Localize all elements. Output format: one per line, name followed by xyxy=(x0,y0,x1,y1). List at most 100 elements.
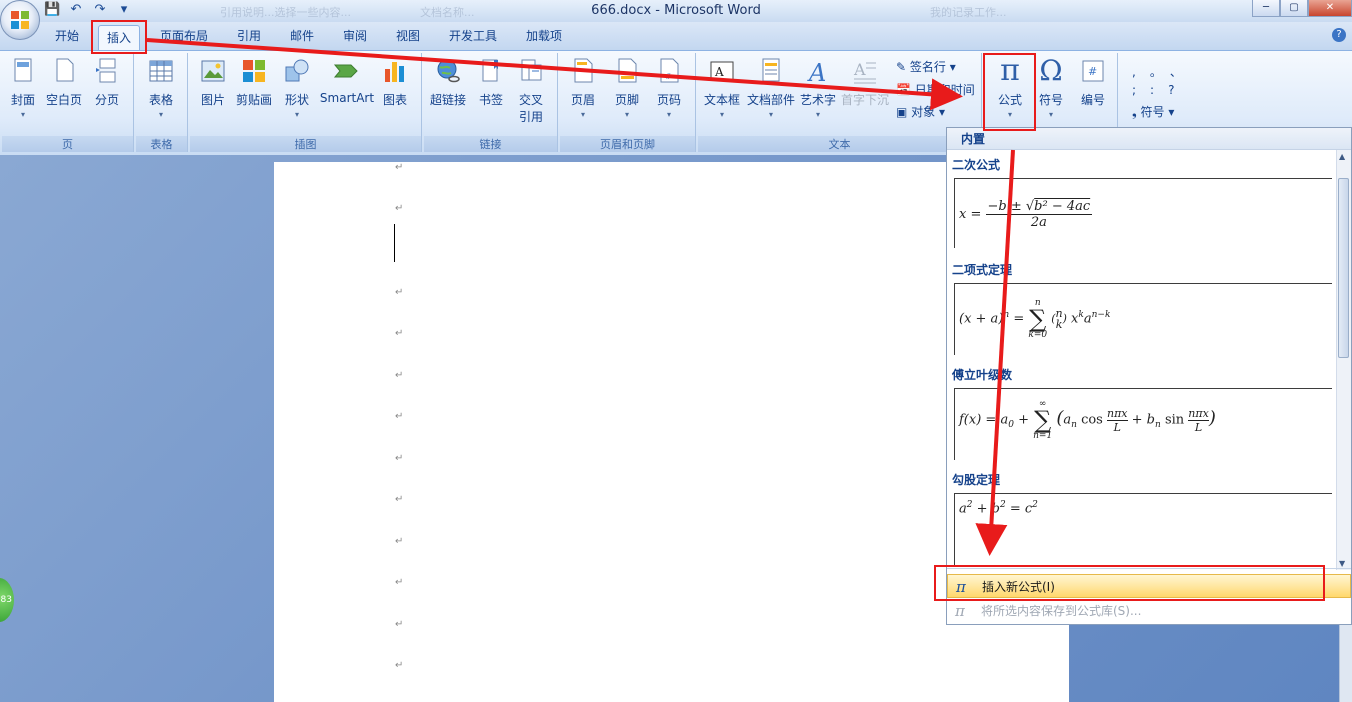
blank-page-button[interactable]: 空白页 xyxy=(44,57,84,108)
quadratic-formula: x = −b ± √b² − 4ac 2a xyxy=(959,199,1093,230)
header-button[interactable]: 页眉 ▾ xyxy=(566,57,600,119)
object-button[interactable]: ▣ 对象 ▾ xyxy=(896,103,945,120)
shapes-button[interactable]: 形状 ▾ xyxy=(280,57,314,119)
svg-text:A: A xyxy=(807,59,826,85)
quick-access-toolbar: 💾 ↶ ↷ ▾ xyxy=(44,2,132,18)
document-scrollbar[interactable] xyxy=(1339,625,1352,702)
group-label-header-footer: 页眉和页脚 xyxy=(560,136,695,152)
group-label-illustrations: 插图 xyxy=(190,136,421,152)
wordart-button[interactable]: A 艺术字 ▾ xyxy=(798,57,838,119)
tab-developer[interactable]: 开发工具 xyxy=(449,27,497,44)
drop-cap-icon: A xyxy=(853,60,876,84)
group-illustrations: 图片 剪贴画 形状 ▾ SmartArt 图表 插图 xyxy=(190,53,422,152)
pi-save-icon: π xyxy=(955,602,965,620)
office-logo-icon xyxy=(11,11,29,29)
scroll-down-icon[interactable]: ▼ xyxy=(1339,559,1345,568)
page-number-button[interactable]: # 页码 ▾ xyxy=(652,57,686,119)
equation-button[interactable]: π 公式 ▾ xyxy=(986,56,1034,120)
office-button[interactable] xyxy=(0,0,40,40)
paragraph-mark: ↵ xyxy=(395,370,404,381)
close-button[interactable]: ✕ xyxy=(1308,0,1352,17)
page-break-button[interactable]: 分页 xyxy=(90,57,124,108)
tab-review[interactable]: 审阅 xyxy=(343,27,367,44)
object-icon: ▣ xyxy=(896,105,908,119)
binomial-theorem-item[interactable]: (x + a)n = n ∑ k=0 (n k) xkan−k xyxy=(954,283,1332,355)
gallery-scrollbar[interactable]: ▲ ▼ xyxy=(1336,150,1351,570)
clip-art-button[interactable]: 剪贴画 xyxy=(234,57,274,108)
signature-line-button[interactable]: ✎ 签名行 ▾ xyxy=(896,58,956,75)
group-label-links: 链接 xyxy=(424,136,557,152)
footer-button[interactable]: 页脚 ▾ xyxy=(610,57,644,119)
group-links: 超链接 书签 交叉 引用 链接 xyxy=(424,53,558,152)
pythagorean-theorem: a2 + b2 = c2 xyxy=(959,500,1038,517)
tab-home[interactable]: 开始 xyxy=(55,27,79,44)
group-text: A 文本框 ▾ 文档部件 ▾ A 艺术字 ▾ A 首字下沉 ✎ 签名行 ▾ 📅 日期和… xyxy=(698,53,982,152)
picture-button[interactable]: 图片 xyxy=(196,57,230,108)
scroll-up-icon[interactable]: ▲ xyxy=(1339,152,1345,161)
paragraph-mark: ↵ xyxy=(395,453,404,464)
bookmark-button[interactable]: 书签 xyxy=(474,57,508,108)
text-box-button[interactable]: A 文本框 ▾ xyxy=(702,57,742,119)
table-button[interactable]: 表格 ▾ xyxy=(144,57,178,119)
paragraph-mark: ↵ xyxy=(395,328,404,339)
minimize-button[interactable]: ─ xyxy=(1252,0,1280,17)
maximize-button[interactable]: ▢ xyxy=(1280,0,1308,17)
customize-toolbar-icon[interactable]: ▾ xyxy=(116,2,132,18)
drop-cap-button[interactable]: A 首字下沉 xyxy=(840,57,890,108)
pythagorean-theorem-item[interactable]: a2 + b2 = c2 xyxy=(954,493,1332,565)
help-icon[interactable]: ? xyxy=(1332,28,1346,42)
symbol-button[interactable]: Ω 符号 ▾ xyxy=(1034,54,1068,120)
paragraph-mark: ↵ xyxy=(395,203,404,214)
undo-icon[interactable]: ↶ xyxy=(68,2,84,18)
cover-page-button[interactable]: 封面 ▾ xyxy=(6,57,40,119)
numbering-button[interactable]: # 编号 xyxy=(1076,57,1110,108)
title-bar: 引用说明...选择一些内容... 文档名称... 我的记录工作... 666.d… xyxy=(0,0,1352,22)
save-icon[interactable]: 💾 xyxy=(44,2,60,18)
bookmark-icon xyxy=(482,59,498,82)
smartart-icon xyxy=(333,64,358,78)
date-time-button[interactable]: 📅 日期和时间 xyxy=(896,81,975,98)
punctuation-row-1[interactable]: ,。、 xyxy=(1132,63,1196,80)
cross-reference-button[interactable]: 交叉 引用 xyxy=(514,57,548,125)
save-to-gallery-item[interactable]: π 将所选内容保存到公式库(S)... xyxy=(947,599,1351,623)
svg-text:#: # xyxy=(1088,65,1097,78)
svg-text:A: A xyxy=(714,65,724,79)
fourier-series-item[interactable]: f(x) = a0 + ∞ ∑ n=1 (an cos nπx L + bn sin … xyxy=(954,388,1332,460)
menu-separator xyxy=(947,568,1351,569)
quick-parts-button[interactable]: 文档部件 ▾ xyxy=(746,57,796,119)
tab-addins[interactable]: 加载项 xyxy=(526,27,562,44)
paragraph-mark: ↵ xyxy=(395,411,404,422)
redo-icon[interactable]: ↷ xyxy=(92,2,108,18)
section-title-fourier: 傅立叶级数 xyxy=(952,368,1013,382)
chart-button[interactable]: 图表 xyxy=(378,57,412,108)
blank-page-icon xyxy=(56,58,74,82)
ribbon-tab-bar: 开始 插入 页面布局 引用 邮件 审阅 视图 开发工具 加载项 ? xyxy=(0,22,1352,50)
paragraph-mark: ↵ xyxy=(395,162,404,173)
tab-references[interactable]: 引用 xyxy=(237,27,261,44)
tab-insert[interactable]: 插入 xyxy=(98,25,141,50)
group-header-footer: 页眉 ▾ 页脚 ▾ # 页码 ▾ 页眉和页脚 xyxy=(560,53,696,152)
tab-page-layout[interactable]: 页面布局 xyxy=(160,27,208,44)
signature-line-icon: ✎ xyxy=(896,60,907,74)
omega-icon: Ω xyxy=(1039,54,1063,87)
page-break-icon xyxy=(96,58,116,83)
paragraph-mark: ↵ xyxy=(395,287,404,298)
group-tables: 表格 ▾ 表格 xyxy=(136,53,188,152)
smartart-button[interactable]: SmartArt xyxy=(318,57,376,105)
quadratic-formula-item[interactable]: x = −b ± √b² − 4ac 2a xyxy=(954,178,1332,248)
paragraph-mark: ↵ xyxy=(395,536,404,547)
special-symbol-button[interactable]: ❟ 符号 ▾ xyxy=(1132,103,1174,120)
punctuation-row-2[interactable]: ;:? xyxy=(1132,83,1188,97)
group-label-pages: 页 xyxy=(2,136,133,152)
scroll-thumb[interactable] xyxy=(1338,178,1349,358)
group-pages: 封面 ▾ 空白页 分页 页 xyxy=(2,53,134,152)
pi-icon: π xyxy=(956,578,966,596)
tab-mailings[interactable]: 邮件 xyxy=(290,27,314,44)
window-controls: ─ ▢ ✕ xyxy=(1252,0,1352,17)
hyperlink-button[interactable]: 超链接 xyxy=(428,57,468,108)
section-title-quadratic: 二次公式 xyxy=(952,158,1001,172)
insert-new-equation-item[interactable]: π 插入新公式(I) xyxy=(947,574,1351,598)
tab-view[interactable]: 视图 xyxy=(396,27,420,44)
cover-page-icon xyxy=(14,58,32,82)
gallery-header: 内置 xyxy=(947,128,1351,150)
